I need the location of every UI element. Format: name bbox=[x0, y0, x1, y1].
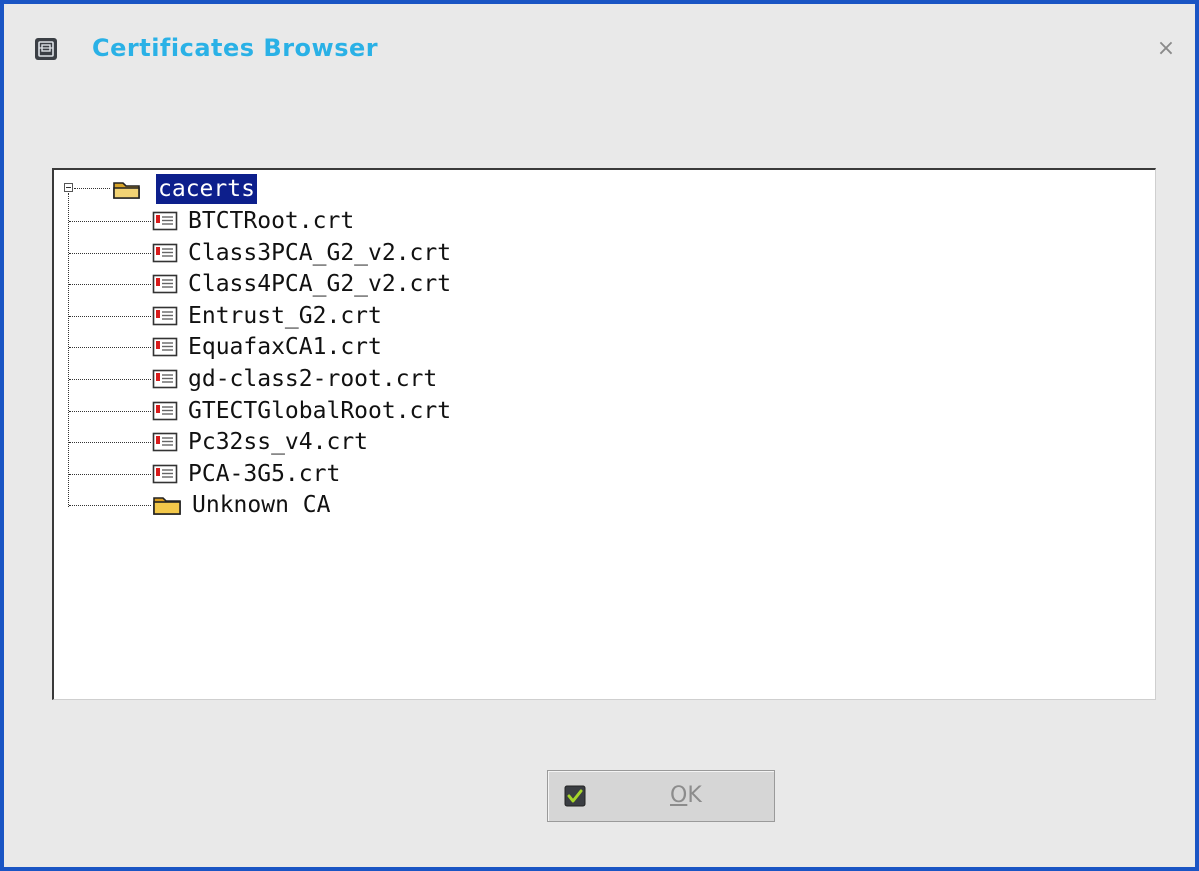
tree-content: cacerts BTCTRoot.crt Class3PCA_G2_v2.crt C… bbox=[54, 170, 1155, 699]
tree-node-certificate[interactable]: Class3PCA_G2_v2.crt bbox=[152, 238, 451, 268]
tree-node-label: EquafaxCA1.crt bbox=[188, 334, 382, 361]
certificate-icon bbox=[152, 432, 178, 452]
tree-node-certificate[interactable]: Entrust_G2.crt bbox=[152, 301, 382, 331]
tree-node-certificate[interactable]: PCA-3G5.crt bbox=[152, 459, 340, 489]
certificate-tree[interactable]: cacerts BTCTRoot.crt Class3PCA_G2_v2.crt C… bbox=[52, 168, 1156, 700]
certificate-icon bbox=[152, 338, 178, 357]
app-window-icon bbox=[35, 38, 57, 60]
tree-connector bbox=[68, 193, 69, 507]
tree-node-label: GTECTGlobalRoot.crt bbox=[188, 397, 452, 424]
tree-connector bbox=[69, 252, 151, 254]
title-bar: Certificates Browser × bbox=[4, 4, 1195, 92]
tree-connector bbox=[69, 221, 151, 222]
certificates-browser-window: Certificates Browser × cacerts BTCTRoot.… bbox=[0, 0, 1199, 871]
tree-connector bbox=[69, 315, 151, 317]
tree-connector bbox=[69, 284, 151, 286]
close-icon[interactable]: × bbox=[1155, 38, 1177, 60]
checkmark-icon bbox=[564, 785, 586, 807]
tree-node-folder[interactable]: Unknown CA bbox=[152, 490, 330, 520]
tree-connector bbox=[69, 347, 151, 349]
ok-button-label: OK bbox=[670, 783, 702, 808]
certificate-icon bbox=[152, 243, 178, 262]
tree-node-label: PCA-3G5.crt bbox=[188, 460, 341, 487]
tree-connector bbox=[69, 473, 151, 475]
certificate-icon bbox=[152, 274, 178, 294]
tree-node-certificate[interactable]: BTCTRoot.crt bbox=[152, 206, 354, 236]
tree-connector bbox=[69, 442, 151, 444]
certificate-icon bbox=[152, 369, 178, 389]
certificate-icon bbox=[152, 211, 178, 231]
tree-connector bbox=[69, 505, 151, 507]
tree-node-label: Entrust_G2.crt bbox=[188, 302, 382, 329]
tree-node-label: Class4PCA_G2_v2.crt bbox=[188, 271, 452, 298]
tree-connector bbox=[69, 379, 151, 380]
certificate-icon bbox=[152, 306, 178, 326]
certificate-icon bbox=[152, 401, 178, 420]
tree-node-label: Pc32ss_v4.crt bbox=[188, 429, 369, 456]
tree-node-certificate[interactable]: EquafaxCA1.crt bbox=[152, 332, 382, 362]
folder-open-icon bbox=[113, 182, 140, 199]
tree-node-label: BTCTRoot.crt bbox=[188, 208, 355, 234]
tree-node-certificate[interactable]: GTECTGlobalRoot.crt bbox=[152, 396, 451, 426]
tree-node-label: Class3PCA_G2_v2.crt bbox=[188, 239, 452, 266]
certificate-icon bbox=[152, 464, 178, 484]
tree-node-label: gd-class2-root.crt bbox=[188, 366, 438, 392]
tree-connector bbox=[74, 188, 110, 189]
tree-node-certificate[interactable]: Pc32ss_v4.crt bbox=[152, 427, 368, 457]
tree-node-label: cacerts bbox=[156, 174, 257, 204]
tree-node-label: Unknown CA bbox=[192, 492, 331, 519]
window-title: Certificates Browser bbox=[92, 34, 379, 62]
tree-node-certificate[interactable]: Class4PCA_G2_v2.crt bbox=[152, 269, 451, 299]
ok-button[interactable]: OK bbox=[547, 770, 775, 822]
tree-node-root[interactable]: cacerts bbox=[112, 174, 257, 204]
tree-connector bbox=[69, 410, 151, 412]
tree-node-certificate[interactable]: gd-class2-root.crt bbox=[152, 364, 437, 394]
folder-icon bbox=[153, 497, 181, 516]
collapse-toggle-icon[interactable] bbox=[64, 183, 73, 192]
